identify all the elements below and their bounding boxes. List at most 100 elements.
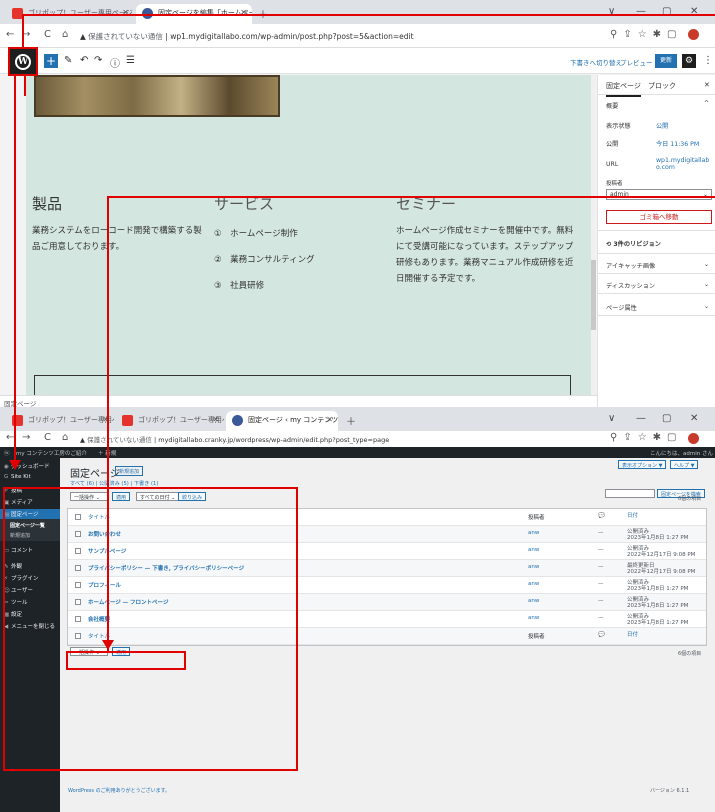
service-item[interactable]: ① ホームページ制作 — [214, 227, 298, 239]
add-new-button[interactable]: 新規追加 — [115, 466, 144, 476]
annotation-line — [14, 76, 16, 464]
summary-panel-title[interactable]: 概要 — [606, 101, 618, 110]
version-text: バージョン 6.1.1 — [650, 788, 690, 794]
wordpress-favicon-icon — [232, 415, 243, 426]
date-cell: 最終更新日 2022年12月17日 9:08 PM — [627, 563, 696, 575]
comment-count: — — [598, 547, 604, 553]
move-to-trash-button[interactable]: ゴミ箱へ移動 — [606, 210, 712, 224]
address-bar-row: ← → C ⌂ ▲ 保護されていない通信 | wp1.mydigitallabo… — [0, 24, 715, 48]
settings-gear-icon[interactable]: ⚙ — [682, 54, 696, 68]
sidebar-tabs: 固定ページ ブロック ✕ — [598, 75, 715, 97]
new-tab-icon[interactable]: ＋ — [346, 413, 356, 428]
reload-icon[interactable]: C — [44, 432, 51, 443]
status-filters[interactable]: すべて (6) | 公開済み (5) | 下書き (1) — [70, 480, 158, 487]
close-icon[interactable]: ✕ — [326, 415, 333, 424]
admin-bar-site[interactable]: my コンテンツ工房のご紹介 — [16, 449, 87, 457]
pencil-icon[interactable]: ✎ — [64, 55, 72, 66]
visibility-value[interactable]: 公開 — [656, 121, 668, 130]
window-close-icon[interactable]: ✕ — [690, 413, 698, 424]
chevron-down-icon[interactable]: ⌄ — [704, 303, 709, 310]
browser-tab-active[interactable]: 固定ページ ‹ my コンテンツ工房のご ✕ — [226, 411, 338, 431]
revisions-link[interactable]: ⟲ 3件のリビジョン — [606, 239, 661, 248]
author-label: 投稿者 — [606, 181, 623, 187]
url-value[interactable]: wp1.mydigitallabo.com — [656, 157, 714, 171]
annotation-line — [107, 196, 715, 198]
author-select[interactable]: admin ⌄ — [606, 189, 712, 200]
site-favicon-icon — [122, 415, 133, 426]
home-icon[interactable]: ⌂ — [62, 29, 68, 40]
address-bar[interactable]: ▲ 保護されていない通信 | mydigitallabo.cranky.jp/w… — [80, 434, 389, 444]
group-block-outline[interactable] — [34, 375, 571, 395]
profile-avatar[interactable] — [688, 29, 699, 40]
author-link[interactable]: anw — [528, 598, 539, 604]
info-icon[interactable]: ⓘ — [110, 55, 120, 70]
close-icon[interactable]: ✕ — [212, 415, 219, 424]
items-count: 6個の項目 — [678, 496, 702, 502]
address-bar[interactable]: ▲ 保護されていない通信 | wp1.mydigitallabo.com/wp-… — [80, 31, 414, 42]
update-button[interactable]: 更新 — [655, 54, 677, 68]
search-input[interactable] — [605, 489, 655, 498]
minimize-icon[interactable]: — — [636, 413, 646, 424]
author-link[interactable]: anw — [528, 615, 539, 621]
more-options-icon[interactable]: ⋮ — [703, 55, 713, 66]
close-icon[interactable]: ✕ — [704, 81, 710, 89]
google-g-icon: G — [4, 474, 9, 480]
author-link[interactable]: anw — [528, 547, 539, 553]
products-text[interactable]: 業務システムをローコード開発で構築する製品ご用意しております。 — [32, 223, 202, 255]
settings-sidebar: 固定ページ ブロック ✕ 概要 ^ 表示状態 公開 公開 今日 11:36 PM… — [597, 75, 715, 407]
add-block-button[interactable]: + — [44, 54, 58, 68]
back-icon[interactable]: ← — [6, 29, 14, 40]
preview-link[interactable]: プレビュー — [620, 57, 653, 67]
screen-options-button[interactable]: 表示オプション ▼ — [618, 460, 667, 469]
help-button[interactable]: ヘルプ ▼ — [670, 460, 699, 469]
undo-icon[interactable]: ↶ — [80, 55, 88, 66]
list-view-icon[interactable]: ☰ — [126, 55, 135, 66]
footer-thanks[interactable]: WordPress のご利用ありがとうございます。 — [68, 787, 170, 794]
admin-bar-howdy[interactable]: こんにちは、admin さん — [650, 449, 713, 457]
publish-date-value[interactable]: 今日 11:36 PM — [656, 139, 699, 148]
page-attributes-panel[interactable]: ページ属性 — [606, 303, 637, 312]
seminar-text[interactable]: ホームページ作成セミナーを開催中です。無料にて受講可能になっています。ステップア… — [396, 223, 576, 287]
header-image[interactable] — [34, 75, 280, 117]
canvas-scrollbar[interactable] — [591, 75, 596, 405]
comment-count: — — [598, 564, 604, 570]
chevron-down-icon[interactable]: ⌄ — [704, 261, 709, 268]
wordpress-icon[interactable]: ⓦ — [4, 449, 10, 457]
switch-to-draft-link[interactable]: 下書きへ切り替え — [570, 57, 622, 67]
browser-tab[interactable]: ゴリポップ！ユーザー専用ページ - Wo ✕ — [6, 411, 114, 431]
comment-bubble-icon: 💬 — [598, 513, 605, 519]
column-date[interactable]: 日付 — [627, 513, 638, 519]
redo-icon[interactable]: ↷ — [94, 55, 102, 66]
author-link[interactable]: anw — [528, 581, 539, 587]
browser-tab[interactable]: ゴリポップ！ユーザー専用ページ - Wo ✕ — [116, 411, 224, 431]
browser-toolbar-icons[interactable]: ⚲⇪☆✱▢ — [610, 29, 683, 40]
products-heading[interactable]: 製品 — [32, 193, 62, 214]
editor-canvas[interactable]: 製品 業務システムをローコード開発で構築する製品ご用意しております。 サービス … — [26, 75, 591, 395]
author-link[interactable]: anw — [528, 530, 539, 536]
tab-search-icon[interactable]: ∨ — [608, 413, 615, 424]
date-cell: 公開済み 2023年1月8日 1:27 PM — [627, 597, 689, 609]
maximize-icon[interactable]: ▢ — [662, 413, 671, 424]
page-title: 固定ページ — [70, 469, 120, 480]
discussion-panel[interactable]: ディスカッション — [606, 281, 655, 290]
chevron-up-icon[interactable]: ^ — [704, 100, 709, 107]
reload-icon[interactable]: C — [44, 29, 51, 40]
menu-sitekit[interactable]: G Site Kit — [4, 474, 31, 480]
profile-avatar[interactable] — [688, 433, 699, 444]
author-link[interactable]: anw — [528, 564, 539, 570]
column-date[interactable]: 日付 — [627, 632, 638, 638]
annotation-line — [22, 14, 715, 16]
home-icon[interactable]: ⌂ — [62, 432, 68, 443]
featured-image-panel[interactable]: アイキャッチ画像 — [606, 261, 655, 270]
service-item[interactable]: ② 業務コンサルティング — [214, 253, 315, 265]
scrollbar-thumb[interactable] — [591, 260, 596, 330]
editor-toolbar: ✎ ↶ ↷ ⓘ ☰ 下書きへ切り替え プレビュー ⋮ — [0, 48, 715, 74]
tab-page[interactable]: 固定ページ — [606, 81, 641, 97]
annotation-line — [22, 14, 24, 47]
forward-icon[interactable]: → — [22, 432, 30, 443]
tab-block[interactable]: ブロック — [648, 81, 676, 91]
service-item[interactable]: ③ 社員研修 — [214, 279, 264, 291]
browser-toolbar-icons[interactable]: ⚲⇪☆✱▢ — [610, 432, 683, 443]
chevron-down-icon[interactable]: ⌄ — [704, 281, 709, 288]
annotation-arrow-icon — [102, 640, 114, 650]
